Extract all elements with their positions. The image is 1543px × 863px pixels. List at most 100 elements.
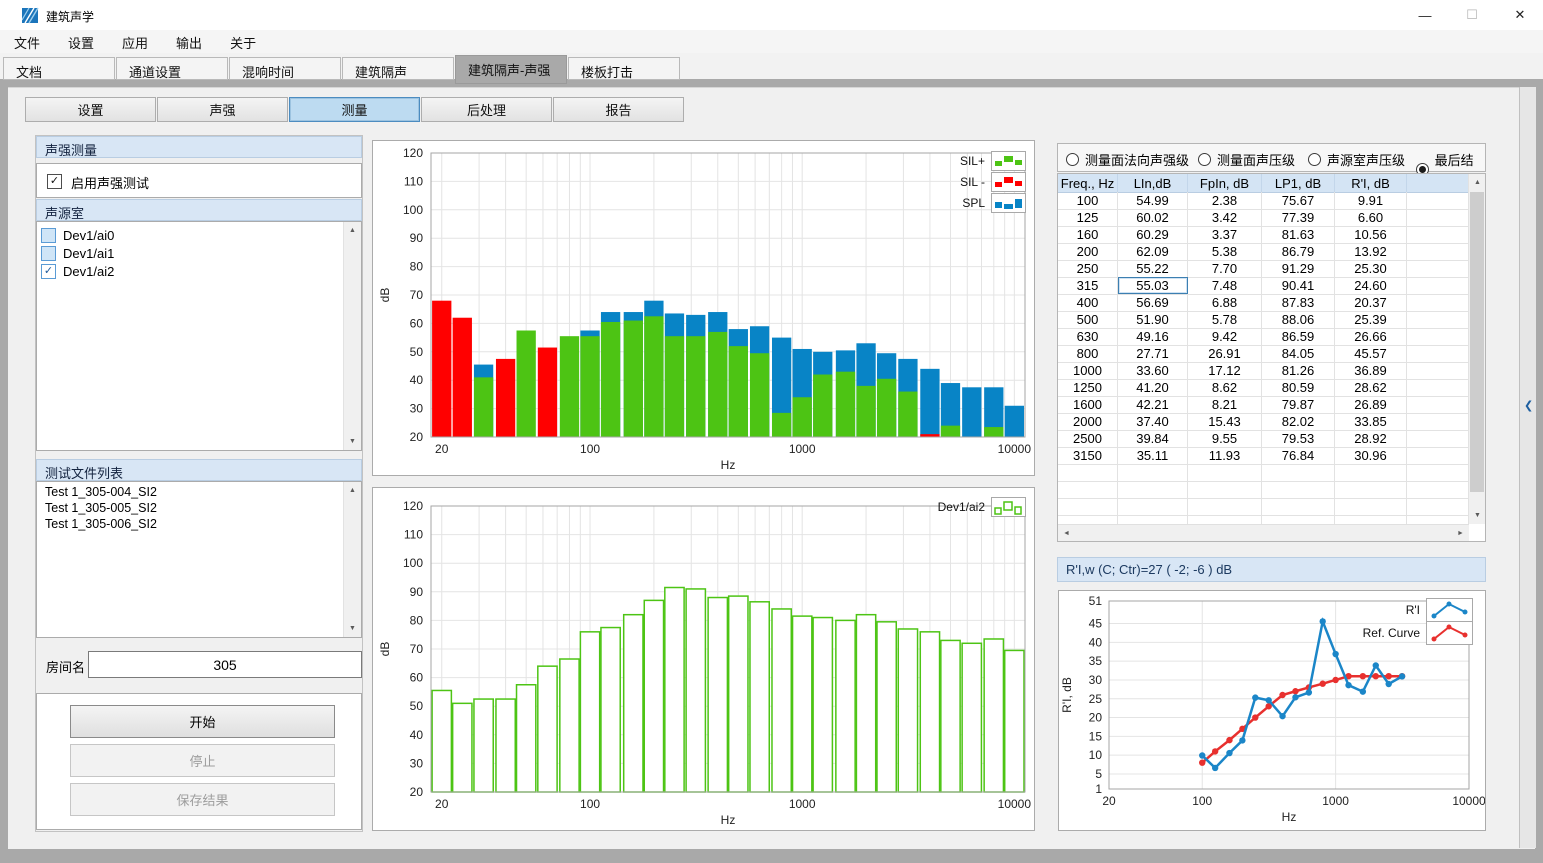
table-cell[interactable]: 500 (1058, 311, 1118, 328)
table-cell[interactable]: 27.71 (1118, 345, 1188, 362)
table-cell[interactable]: 80.59 (1262, 379, 1335, 396)
room-name-input[interactable] (88, 651, 362, 678)
table-cell[interactable]: 84.05 (1262, 345, 1335, 362)
scroll-up-icon[interactable]: ▲ (344, 482, 361, 499)
close-button[interactable]: ✕ (1497, 0, 1543, 30)
table-cell[interactable]: 315 (1058, 277, 1118, 294)
table-cell[interactable] (1407, 345, 1469, 362)
table-cell[interactable]: 51.90 (1118, 311, 1188, 328)
table-cell[interactable] (1262, 464, 1335, 481)
channel-checkbox-0[interactable] (41, 228, 56, 243)
table-cell[interactable]: 77.39 (1262, 209, 1335, 226)
maximize-button[interactable]: ☐ (1449, 0, 1495, 30)
table-cell[interactable] (1188, 481, 1262, 498)
table-cell[interactable]: 400 (1058, 294, 1118, 311)
menu-item-3[interactable]: 输出 (162, 30, 216, 53)
table-cell[interactable] (1058, 464, 1118, 481)
test-file-0[interactable]: Test 1_305-004_SI2 (45, 484, 157, 500)
radio-1[interactable]: 测量面声压级 (1198, 150, 1295, 169)
table-cell[interactable]: 25.39 (1335, 311, 1407, 328)
test-file-scrollbar[interactable]: ▲ ▼ (343, 482, 361, 637)
table-cell[interactable]: 26.91 (1188, 345, 1262, 362)
table-cell[interactable]: 76.84 (1262, 447, 1335, 464)
table-cell[interactable] (1407, 294, 1469, 311)
scroll-down-icon[interactable]: ▼ (1469, 507, 1486, 524)
channel-checkbox-1[interactable] (41, 246, 56, 261)
table-cell[interactable]: 91.29 (1262, 260, 1335, 277)
main-tab-2[interactable]: 混响时间 (229, 57, 341, 80)
table-cell[interactable]: 81.26 (1262, 362, 1335, 379)
main-tab-5[interactable]: 楼板打击 (568, 57, 680, 80)
table-cell[interactable]: 35.11 (1118, 447, 1188, 464)
table-cell[interactable]: 20.37 (1335, 294, 1407, 311)
sub-tab-1[interactable]: 声强 (157, 97, 288, 122)
table-cell[interactable]: 41.20 (1118, 379, 1188, 396)
table-cell[interactable]: 26.66 (1335, 328, 1407, 345)
menu-item-1[interactable]: 设置 (54, 30, 108, 53)
table-cell[interactable]: 125 (1058, 209, 1118, 226)
menu-item-2[interactable]: 应用 (108, 30, 162, 53)
scroll-up-icon[interactable]: ▲ (1469, 174, 1486, 191)
sub-tab-4[interactable]: 报告 (553, 97, 684, 122)
channel-row-0[interactable]: Dev1/ai0 (41, 226, 114, 244)
table-cell[interactable] (1188, 464, 1262, 481)
table-cell[interactable] (1335, 498, 1407, 515)
table-cell[interactable]: 28.92 (1335, 430, 1407, 447)
table-cell[interactable]: 33.60 (1118, 362, 1188, 379)
table-cell[interactable] (1407, 413, 1469, 430)
table-cell[interactable] (1118, 464, 1188, 481)
table-cell[interactable]: 6.60 (1335, 209, 1407, 226)
table-cell[interactable]: 11.93 (1188, 447, 1262, 464)
scroll-down-icon[interactable]: ▼ (344, 433, 361, 450)
table-cell[interactable]: 28.62 (1335, 379, 1407, 396)
table-cell[interactable]: 87.83 (1262, 294, 1335, 311)
minimize-button[interactable]: — (1402, 0, 1448, 30)
table-cell[interactable] (1262, 498, 1335, 515)
save-results-button[interactable]: 保存结果 (70, 783, 335, 816)
table-cell[interactable]: 5.38 (1188, 243, 1262, 260)
table-cell[interactable]: 79.87 (1262, 396, 1335, 413)
table-cell[interactable] (1407, 464, 1469, 481)
table-cell[interactable]: 7.70 (1188, 260, 1262, 277)
radio-circle-0[interactable] (1066, 153, 1079, 166)
table-cell[interactable] (1407, 396, 1469, 413)
start-button[interactable]: 开始 (70, 705, 335, 738)
table-cell[interactable]: 79.53 (1262, 430, 1335, 447)
table-cell[interactable] (1335, 464, 1407, 481)
table-cell[interactable]: 33.85 (1335, 413, 1407, 430)
table-cell[interactable]: 3.42 (1188, 209, 1262, 226)
radio-circle-2[interactable] (1308, 153, 1321, 166)
test-file-2[interactable]: Test 1_305-006_SI2 (45, 516, 157, 532)
table-cell[interactable]: 49.16 (1118, 328, 1188, 345)
table-cell[interactable] (1058, 498, 1118, 515)
table-cell[interactable] (1118, 481, 1188, 498)
table-cell[interactable]: 2500 (1058, 430, 1118, 447)
table-cell[interactable]: 3.37 (1188, 226, 1262, 243)
table-cell[interactable]: 9.42 (1188, 328, 1262, 345)
table-cell[interactable]: 36.89 (1335, 362, 1407, 379)
table-cell[interactable]: 9.91 (1335, 192, 1407, 209)
sub-tab-2[interactable]: 测量 (289, 97, 420, 122)
table-cell[interactable]: 250 (1058, 260, 1118, 277)
table-cell[interactable]: 30.96 (1335, 447, 1407, 464)
table-cell[interactable]: 86.79 (1262, 243, 1335, 260)
main-tab-1[interactable]: 通道设置 (116, 57, 228, 80)
panel-splitter[interactable]: ❮ (1519, 87, 1536, 848)
table-cell[interactable]: 37.40 (1118, 413, 1188, 430)
sub-tab-0[interactable]: 设置 (25, 97, 156, 122)
table-cell[interactable]: 13.92 (1335, 243, 1407, 260)
source-room-scrollbar[interactable]: ▲ ▼ (343, 222, 361, 450)
radio-2[interactable]: 声源室声压级 (1308, 150, 1405, 169)
enable-intensity-checkbox[interactable]: ✓ (47, 174, 62, 189)
table-cell[interactable] (1407, 226, 1469, 243)
table-cell[interactable]: 2.38 (1188, 192, 1262, 209)
scroll-right-icon[interactable]: ► (1452, 525, 1469, 542)
table-cell[interactable]: 86.59 (1262, 328, 1335, 345)
table-cell[interactable] (1407, 209, 1469, 226)
table-cell[interactable]: 160 (1058, 226, 1118, 243)
main-tab-4[interactable]: 建筑隔声-声强 (455, 55, 567, 84)
test-file-1[interactable]: Test 1_305-005_SI2 (45, 500, 157, 516)
table-cell[interactable] (1407, 260, 1469, 277)
table-cell[interactable] (1407, 311, 1469, 328)
table-cell[interactable]: 17.12 (1188, 362, 1262, 379)
